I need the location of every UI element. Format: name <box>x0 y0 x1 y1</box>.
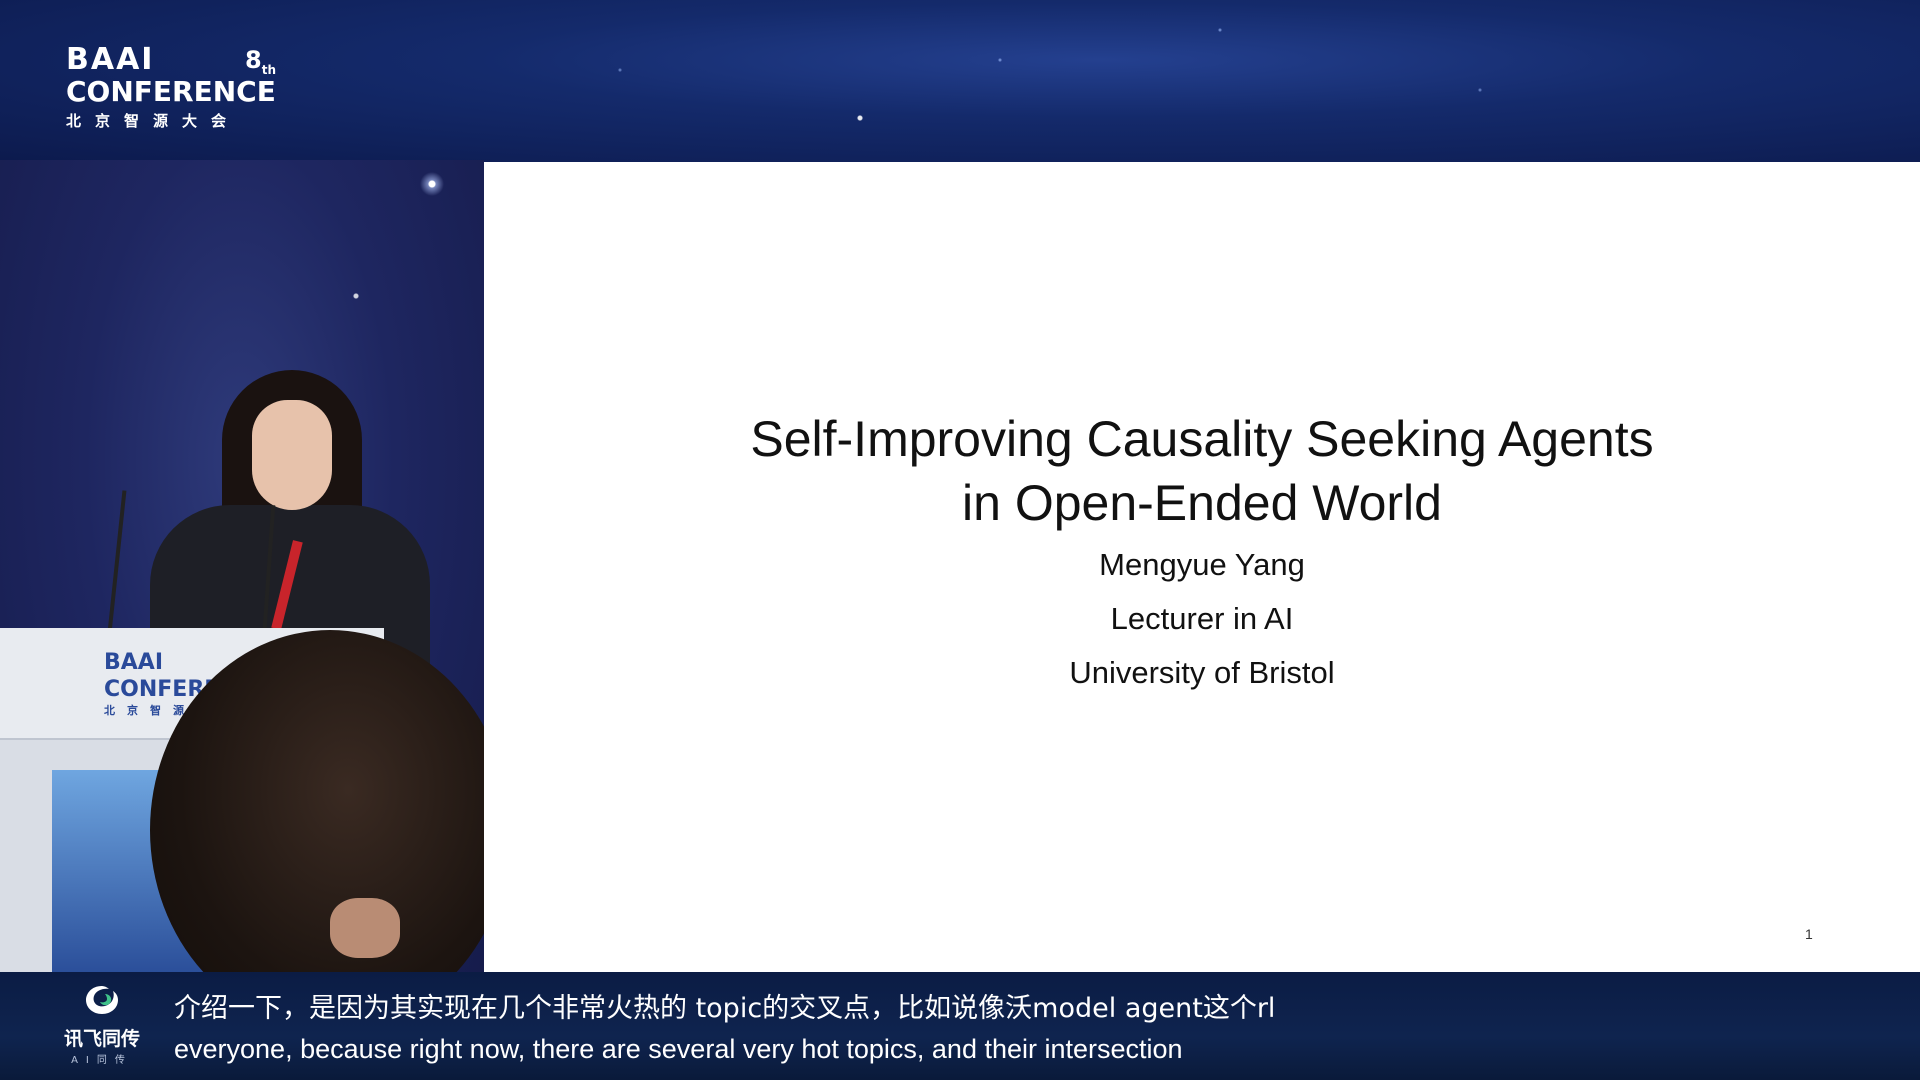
brand-name: 讯飞同传 <box>63 1028 140 1050</box>
slide-author: Mengyue Yang <box>1099 547 1305 582</box>
speaker-face <box>252 400 332 510</box>
baai-conference-logo: BAAI 8th CONFERENCE 北京智源大会 <box>66 42 276 131</box>
logo-conference: CONFERENCE <box>66 75 276 108</box>
slide-affiliation: University of Bristol <box>1069 655 1335 690</box>
speaker-video: BAAI 8th CONFERENCE 北京智源大会 <box>0 160 484 972</box>
iflytek-brand: 讯飞同传 AI同传 <box>54 982 150 1066</box>
conference-banner: BAAI 8th CONFERENCE 北京智源大会 <box>0 0 1920 162</box>
slide-title: Self-Improving Causality Seeking Agents … <box>750 411 1654 531</box>
logo-brand: BAAI <box>66 42 155 77</box>
iflytek-logo-icon <box>86 986 118 1014</box>
subtitle-chinese: 介绍一下，是因为其实现在几个非常火热的 topic的交叉点，比如说像沃model… <box>174 993 1276 1024</box>
slide-position: Lecturer in AI <box>1110 601 1294 636</box>
brand-sub: AI同传 <box>71 1055 133 1066</box>
audience-ear <box>330 898 400 958</box>
subtitle-bar: 讯飞同传 AI同传 介绍一下，是因为其实现在几个非常火热的 topic的交叉点，… <box>0 972 1920 1080</box>
logo-chinese: 北京智源大会 <box>66 112 241 130</box>
presentation-slide: Self-Improving Causality Seeking Agents … <box>484 162 1920 972</box>
logo-edition: 8th <box>245 46 276 77</box>
subtitle-english: everyone, because right now, there are s… <box>174 1034 1183 1064</box>
slide-page-number: 1 <box>1805 926 1813 942</box>
